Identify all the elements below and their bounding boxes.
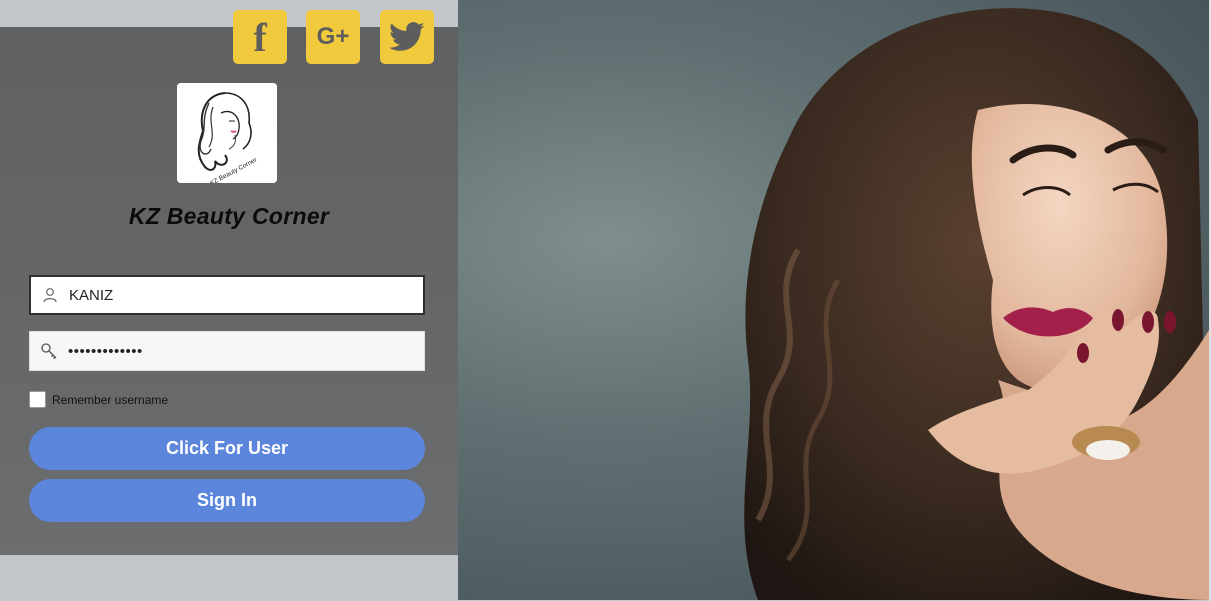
remember-label: Remember username [52,392,169,407]
woman-portrait-image [744,8,1209,600]
remember-checkbox[interactable] [29,391,46,408]
google-plus-icon: G+ [316,23,350,50]
bottom-strip [0,555,458,601]
remember-username[interactable]: Remember username [29,391,168,408]
hero-photo [458,0,1209,600]
sign-in-button[interactable]: Sign In [29,479,425,522]
brand-title: KZ Beauty Corner [128,203,330,229]
facebook-icon: f [253,14,267,60]
click-for-user-button[interactable]: Click For User [29,427,425,470]
password-field[interactable] [29,331,425,371]
facebook-button[interactable]: f [233,10,287,64]
username-input[interactable] [69,286,409,304]
brand-logo: KZ Beauty Corner [177,83,277,183]
key-icon [30,342,68,360]
password-input[interactable] [68,342,408,360]
twitter-icon [389,22,425,51]
user-icon [31,287,69,303]
google-plus-button[interactable]: G+ [306,10,360,64]
logo-illustration: KZ Beauty Corner [177,83,277,183]
twitter-button[interactable] [380,10,434,64]
username-field[interactable] [29,275,425,315]
